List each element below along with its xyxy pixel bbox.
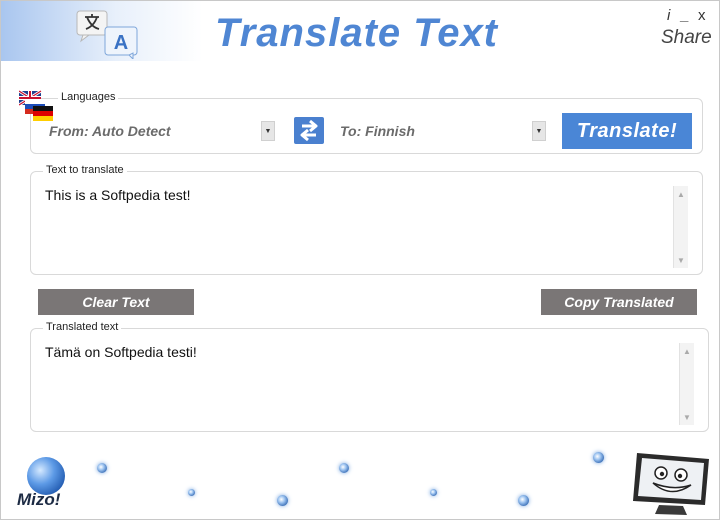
app-title: Translate Text bbox=[215, 11, 499, 55]
translate-button[interactable]: Translate! bbox=[562, 113, 692, 149]
to-language-value: To: Finnish bbox=[340, 123, 415, 139]
scroll-down-icon[interactable]: ▼ bbox=[674, 253, 688, 267]
source-text-input[interactable]: This is a Softpedia test! bbox=[45, 187, 665, 267]
source-scrollbar[interactable]: ▲ ▼ bbox=[673, 186, 688, 268]
decorative-dot bbox=[593, 452, 604, 463]
mizo-brand: Mizo! bbox=[17, 490, 61, 509]
translate-logo-icon: A bbox=[76, 10, 138, 59]
translated-scrollbar[interactable]: ▲ ▼ bbox=[679, 343, 694, 425]
languages-group-label: Languages bbox=[58, 91, 119, 103]
swap-arrows-icon bbox=[300, 119, 318, 142]
from-language-select[interactable]: From: Auto Detect ▼ bbox=[45, 120, 275, 142]
decorative-dot bbox=[518, 495, 529, 506]
share-button[interactable]: Share bbox=[661, 27, 712, 49]
close-button[interactable]: x bbox=[698, 7, 706, 24]
scroll-up-icon[interactable]: ▲ bbox=[674, 187, 688, 201]
monitor-mascot-icon bbox=[633, 453, 709, 515]
decorative-dot bbox=[188, 489, 195, 496]
minimize-button[interactable]: _ bbox=[681, 7, 689, 24]
translated-text-output: Tämä on Softpedia testi! bbox=[45, 344, 197, 360]
clear-text-button[interactable]: Clear Text bbox=[38, 289, 194, 315]
chevron-down-icon[interactable]: ▼ bbox=[261, 121, 275, 141]
svg-text:A: A bbox=[114, 32, 128, 54]
swap-languages-button[interactable] bbox=[294, 117, 324, 144]
scroll-up-icon[interactable]: ▲ bbox=[680, 344, 694, 358]
translated-text-label: Translated text bbox=[43, 321, 122, 333]
copy-translated-button[interactable]: Copy Translated bbox=[541, 289, 697, 315]
info-button[interactable]: i bbox=[667, 7, 670, 24]
decorative-dot bbox=[277, 495, 288, 506]
chevron-down-icon[interactable]: ▼ bbox=[532, 121, 546, 141]
source-text-label: Text to translate bbox=[43, 164, 127, 176]
scroll-down-icon[interactable]: ▼ bbox=[680, 410, 694, 424]
decorative-dot bbox=[97, 463, 107, 473]
decorative-dot bbox=[430, 489, 437, 496]
app-window: A Translate Text i _ x Share Languages F… bbox=[0, 0, 720, 520]
language-flags-icon bbox=[19, 89, 53, 121]
to-language-select[interactable]: To: Finnish ▼ bbox=[336, 120, 546, 142]
from-language-value: From: Auto Detect bbox=[49, 123, 171, 139]
decorative-dot bbox=[339, 463, 349, 473]
